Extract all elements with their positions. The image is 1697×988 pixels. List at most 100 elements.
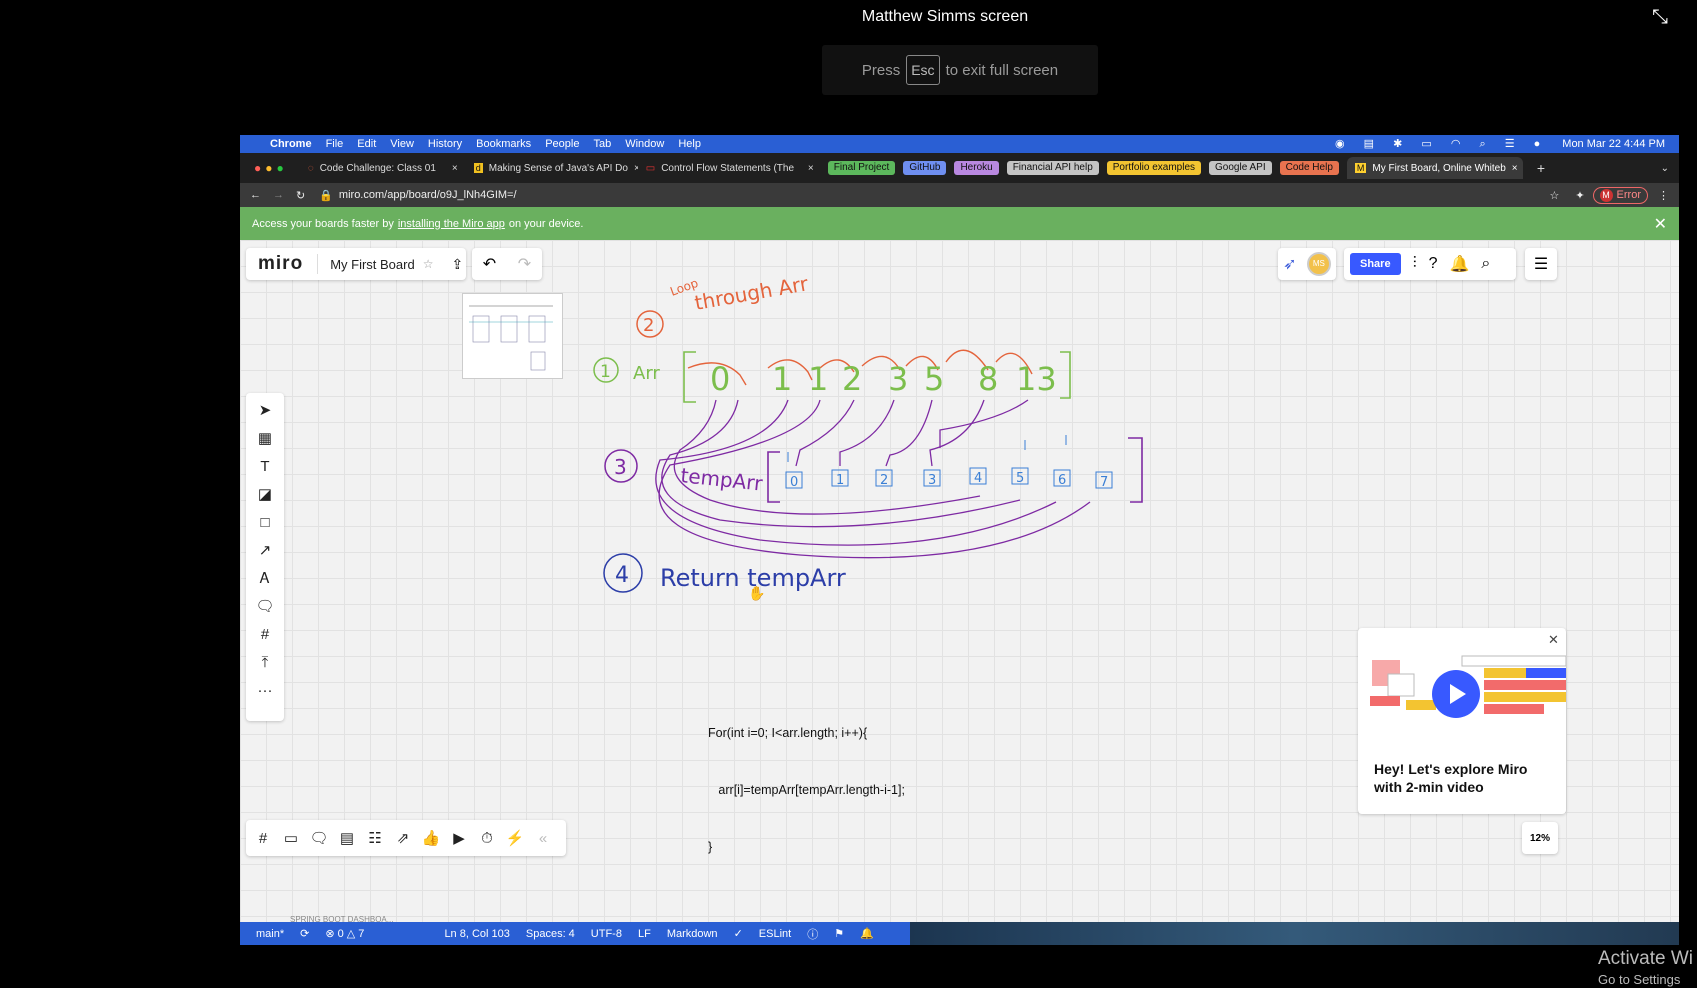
tab-group-portfolio[interactable]: Portfolio examples — [1106, 161, 1202, 175]
close-window-icon[interactable]: ● — [254, 161, 261, 175]
miro-board-canvas[interactable]: miro My First Board ☆ ⇪ ↶ ↷ ➶ MS Share ⫶… — [240, 240, 1679, 922]
status-icons[interactable]: ◉ ▤ ✱ ▭ ◠ ⌕ ☰ ● — [1335, 137, 1548, 151]
bookmark-star-icon[interactable]: ☆ — [1549, 189, 1559, 202]
url-text[interactable]: miro.com/app/board/o9J_lNh4GIM=/ — [339, 189, 517, 201]
tab-code-challenge[interactable]: ◌ Code Challenge: Class 01 × — [300, 157, 466, 179]
feedback-icon[interactable]: ✓ — [734, 927, 743, 940]
back-icon[interactable]: ← — [250, 189, 261, 201]
comments-icon[interactable]: 🗨 — [308, 827, 330, 849]
explorer-section: SPRING BOOT DASHBOA... — [290, 915, 394, 924]
arr-value: 8 — [978, 360, 998, 398]
indentation[interactable]: Spaces: 4 — [526, 928, 575, 940]
menu-people[interactable]: People — [545, 138, 579, 150]
menu-window[interactable]: Window — [625, 138, 664, 150]
cursor-position[interactable]: Ln 8, Col 103 — [444, 928, 509, 940]
profile-avatar: M — [1599, 188, 1613, 202]
tab-label: My First Board, Online Whiteb — [1372, 162, 1506, 174]
menu-edit[interactable]: Edit — [357, 138, 376, 150]
address-bar: ← → ↻ 🔒 miro.com/app/board/o9J_lNh4GIM=/… — [240, 183, 1679, 207]
install-miro-link[interactable]: installing the Miro app — [398, 218, 505, 230]
reload-icon[interactable]: ↻ — [296, 189, 305, 202]
menu-tab[interactable]: Tab — [593, 138, 611, 150]
menu-view[interactable]: View — [390, 138, 414, 150]
problems-count[interactable]: ⊗ 0 △ 7 — [325, 927, 364, 940]
exit-fullscreen-icon[interactable]: ⤡ — [1652, 6, 1674, 28]
new-tab-icon[interactable]: + — [1537, 160, 1545, 176]
encoding[interactable]: UTF-8 — [591, 928, 622, 940]
close-tab-icon[interactable]: × — [452, 163, 458, 174]
tab-search-icon[interactable]: ⌄ — [1661, 163, 1669, 174]
esc-press-text: Press — [861, 61, 901, 79]
share-screen-icon[interactable]: ⇗ — [392, 827, 414, 849]
timer-icon[interactable]: ⏱ — [476, 827, 498, 849]
tab-java-api[interactable]: d Making Sense of Java's API Do × — [466, 157, 638, 179]
line-ending[interactable]: LF — [638, 928, 651, 940]
info-icon[interactable]: ⓘ — [807, 926, 818, 942]
install-app-banner: Access your boards faster by installing … — [240, 207, 1679, 240]
github-icon: ◌ — [307, 162, 314, 174]
frames-icon[interactable]: # — [252, 827, 274, 849]
notifications-icon[interactable]: 🔔 — [860, 927, 874, 940]
lock-icon[interactable]: 🔒 — [319, 189, 333, 202]
cards-icon[interactable]: ☷ — [364, 827, 386, 849]
forward-icon[interactable]: → — [273, 189, 284, 201]
arr-value: 5 — [924, 360, 944, 398]
tab-group-final-project[interactable]: Final Project — [827, 161, 896, 175]
close-banner-icon[interactable]: ✕ — [1654, 214, 1667, 234]
code-line: arr[i]=tempArr[tempArr.length-i-1]; — [708, 783, 905, 797]
profile-error-button[interactable]: M Error — [1592, 186, 1648, 204]
menu-chrome[interactable]: Chrome — [270, 138, 312, 150]
presentation-icon[interactable]: ▭ — [280, 827, 302, 849]
step3-number: 3 — [614, 455, 627, 479]
d-icon: d — [473, 163, 483, 173]
arr-value: 3 — [888, 360, 908, 398]
integrations-icon[interactable]: ⚡ — [504, 827, 526, 849]
banner-prefix: Access your boards faster by — [252, 217, 394, 230]
tab-group-google-api[interactable]: Google API — [1209, 161, 1272, 175]
collapse-toolbar-icon[interactable]: « — [532, 827, 554, 849]
menu-file[interactable]: File — [326, 138, 344, 150]
step2-number: 2 — [643, 315, 654, 336]
sync-icon[interactable]: ⟳ — [300, 927, 309, 940]
mac-menubar: Chrome File Edit View History Bookmarks … — [240, 135, 1679, 153]
esc-hint-text: to exit full screen — [945, 61, 1059, 79]
close-tab-icon[interactable]: × — [1512, 163, 1518, 174]
chrome-menu-icon[interactable]: ⋮ — [1658, 189, 1669, 202]
code-snippet[interactable]: For(int i=0; I<arr.length; i++){ arr[i]=… — [708, 686, 905, 895]
error-label: Error — [1616, 189, 1641, 201]
menu-bookmarks[interactable]: Bookmarks — [476, 138, 531, 150]
video-call-icon[interactable]: ▶ — [448, 827, 470, 849]
exit-fullscreen-hint: Press Esc to exit full screen — [822, 45, 1098, 95]
close-tab-icon[interactable]: × — [808, 163, 814, 174]
zoom-window-icon[interactable]: ● — [277, 161, 284, 175]
live-share-icon[interactable]: ⚑ — [834, 927, 844, 940]
tab-group-github[interactable]: GitHub — [903, 161, 947, 175]
through-arr-label: through Arr — [693, 271, 811, 315]
explore-video-card[interactable]: ✕ Hey! Let's explore Miro with 2-min vid… — [1358, 628, 1566, 814]
menu-help[interactable]: Help — [678, 138, 701, 150]
code-line: For(int i=0; I<arr.length; i++){ — [708, 726, 868, 740]
eslint-status[interactable]: ESLint — [759, 928, 791, 940]
minimize-window-icon[interactable]: ● — [265, 161, 272, 175]
share-title: Matthew Simms screen — [861, 8, 1029, 25]
reactions-icon[interactable]: 👍 — [420, 827, 442, 849]
tab-control-flow[interactable]: ▭ Control Flow Statements (The × — [638, 157, 822, 179]
tab-group-heroku[interactable]: Heroku — [954, 161, 999, 175]
bottom-toolbar: # ▭ 🗨 ▤ ☷ ⇗ 👍 ▶ ⏱ ⚡ « — [246, 820, 566, 856]
extensions-icon[interactable]: ✦ — [1575, 189, 1584, 202]
language-mode[interactable]: Markdown — [667, 928, 718, 940]
tab-strip: ● ● ● ◌ Code Challenge: Class 01 × d Mak… — [240, 153, 1679, 183]
esc-key: Esc — [906, 55, 940, 85]
editor-statusbar: main* ⟳ ⊗ 0 △ 7 Ln 8, Col 103 Spaces: 4 … — [240, 922, 910, 945]
code-line: } — [708, 840, 713, 854]
close-promo-icon[interactable]: ✕ — [1548, 632, 1559, 648]
menubar-clock[interactable]: Mon Mar 22 4:44 PM — [1562, 138, 1665, 150]
tab-group-financial-api[interactable]: Financial API help — [1006, 161, 1099, 175]
tab-miro-board[interactable]: M My First Board, Online Whiteb × — [1346, 157, 1523, 179]
git-branch[interactable]: main* — [256, 928, 284, 940]
tab-group-code-help[interactable]: Code Help — [1279, 161, 1339, 175]
chat-icon[interactable]: ▤ — [336, 827, 358, 849]
zoom-level[interactable]: 12% — [1522, 822, 1558, 854]
promo-illustration — [1370, 655, 1566, 718]
menu-history[interactable]: History — [428, 138, 462, 150]
